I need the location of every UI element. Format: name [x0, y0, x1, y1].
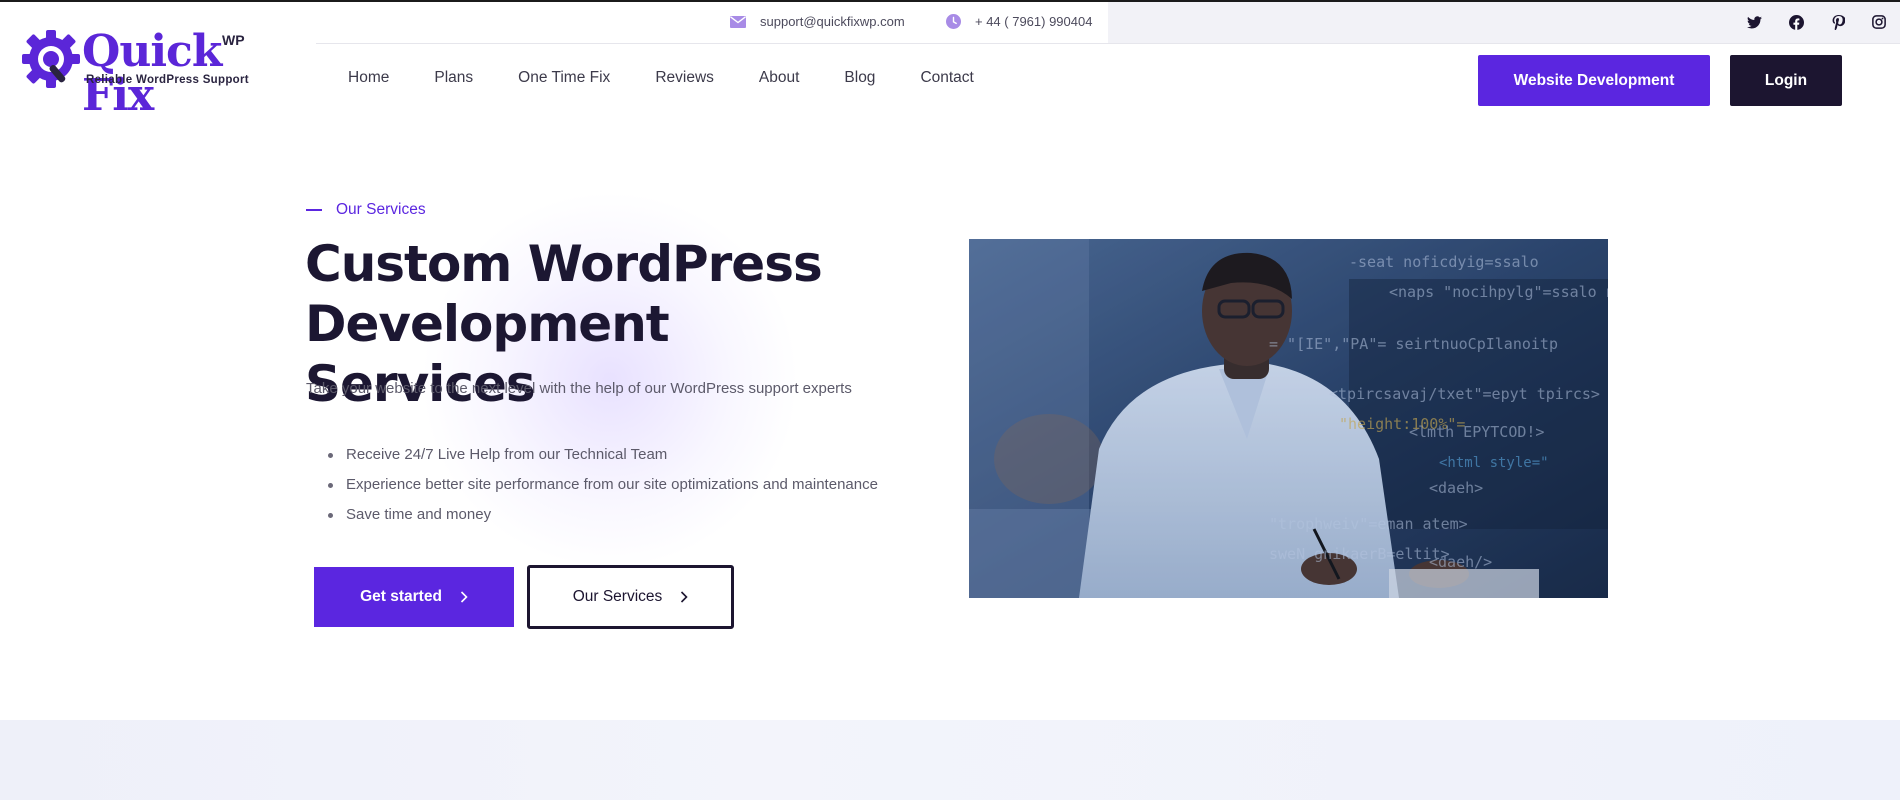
next-section-band — [0, 720, 1900, 800]
logo-wp-badge: WP — [222, 32, 245, 48]
list-item: Save time and money — [306, 500, 878, 530]
facebook-icon[interactable] — [1787, 13, 1805, 31]
hero-subtitle: Take your website to the next level with… — [306, 380, 852, 397]
nav-item-plans[interactable]: Plans — [434, 69, 473, 87]
contact-phone[interactable]: + 44 ( 7961) 990404 — [946, 14, 1092, 29]
logo-tagline: Reliable WordPress Support — [86, 74, 249, 86]
nav-item-contact[interactable]: Contact — [920, 69, 973, 87]
list-item: Experience better site performance from … — [306, 470, 878, 500]
mail-icon — [730, 15, 746, 28]
pinterest-icon[interactable] — [1829, 13, 1847, 31]
our-services-button[interactable]: Our Services — [527, 565, 734, 629]
main-nav: Home Plans One Time Fix Reviews About Bl… — [348, 69, 1019, 87]
site-logo[interactable]: Quick Fix WP Reliable WordPress Support — [20, 28, 255, 118]
nav-item-home[interactable]: Home — [348, 69, 389, 87]
get-started-button[interactable]: Get started — [314, 567, 514, 627]
nav-item-reviews[interactable]: Reviews — [655, 69, 714, 87]
nav-item-blog[interactable]: Blog — [844, 69, 875, 87]
contact-phone-text: + 44 ( 7961) 990404 — [975, 14, 1093, 29]
eyebrow-dash — [306, 209, 322, 211]
twitter-icon[interactable] — [1745, 13, 1763, 31]
eyebrow-label: Our Services — [336, 201, 426, 218]
contact-email[interactable]: support@quickfixwp.com — [730, 14, 905, 29]
our-services-label: Our Services — [572, 588, 663, 605]
hero-image: -seat noficdyig=ssalo <naps "nocihpylg"=… — [969, 239, 1608, 598]
chevron-right-icon — [681, 591, 688, 603]
clock-icon — [946, 14, 961, 29]
get-started-label: Get started — [360, 588, 442, 605]
contact-email-text: support@quickfixwp.com — [760, 14, 905, 29]
list-item: Receive 24/7 Live Help from our Technica… — [306, 440, 878, 470]
top-info-bar-shade — [1108, 2, 1900, 44]
nav-item-one-time-fix[interactable]: One Time Fix — [518, 69, 610, 87]
section-eyebrow: Our Services — [306, 201, 426, 219]
gear-icon — [22, 30, 80, 88]
chevron-right-icon — [460, 591, 468, 603]
hero-bullet-list: Receive 24/7 Live Help from our Technica… — [306, 440, 878, 530]
instagram-icon[interactable] — [1870, 13, 1888, 31]
website-development-button[interactable]: Website Development — [1478, 55, 1710, 106]
nav-item-about[interactable]: About — [759, 69, 800, 87]
login-button[interactable]: Login — [1730, 55, 1842, 106]
